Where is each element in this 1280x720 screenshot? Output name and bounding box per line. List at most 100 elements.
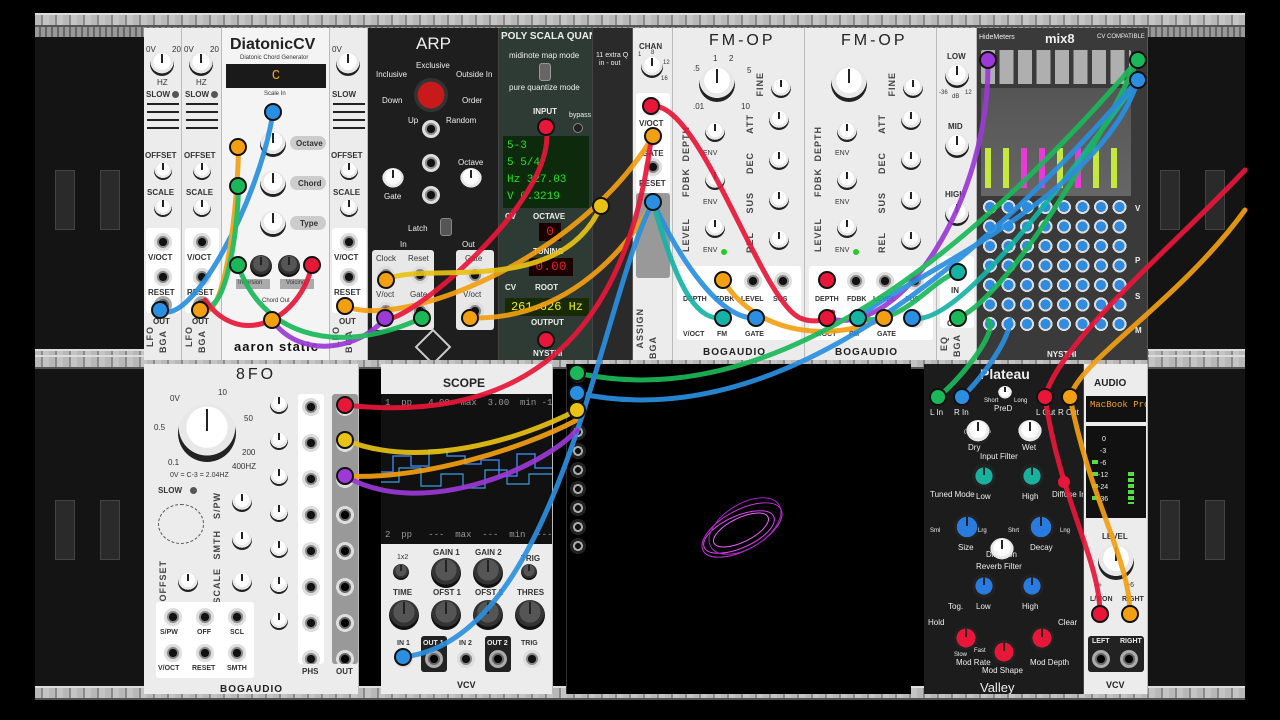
threshold-knob[interactable] — [515, 600, 545, 630]
phase-knob-7[interactable] — [270, 612, 288, 630]
lfo3-offset-knob[interactable] — [340, 162, 358, 180]
channels-knob[interactable] — [641, 56, 663, 78]
gate-out-jack[interactable] — [466, 266, 484, 284]
release-knob[interactable] — [769, 230, 789, 250]
bypass-button[interactable] — [573, 123, 583, 133]
inversion-knob[interactable] — [250, 255, 272, 277]
8fo-offset-knob[interactable] — [178, 572, 198, 592]
out-jack-column[interactable] — [332, 394, 358, 664]
size-knob[interactable] — [954, 514, 980, 540]
input-high-knob[interactable] — [1020, 464, 1044, 488]
8fo-smth-jack[interactable] — [228, 644, 246, 662]
octave-cv-jack[interactable] — [422, 154, 440, 172]
phase-knob-1[interactable] — [270, 396, 288, 414]
fmop2-sus-cv-jack[interactable] — [906, 272, 924, 290]
sustain-knob-2[interactable] — [901, 190, 921, 210]
voicing-knob[interactable] — [278, 255, 300, 277]
8fo-frequency-knob[interactable] — [178, 404, 236, 462]
audio-level-knob[interactable] — [1098, 544, 1134, 580]
level-knob-2[interactable] — [837, 218, 857, 238]
gain1-knob[interactable] — [431, 558, 461, 588]
assign-reset-jack[interactable] — [644, 158, 662, 176]
mode-cv-jack[interactable] — [422, 120, 440, 138]
mod-rate-knob[interactable] — [954, 626, 978, 650]
voct-out-jack[interactable] — [466, 302, 484, 320]
offset2-knob[interactable] — [473, 600, 503, 630]
type-knob[interactable] — [260, 211, 286, 237]
offset1-knob[interactable] — [431, 600, 461, 630]
phase-jack-column[interactable] — [298, 394, 324, 664]
ratio-knob[interactable] — [699, 66, 735, 102]
mode-switch[interactable] — [539, 63, 551, 81]
depth-knob-2[interactable] — [837, 122, 857, 142]
depth-knob[interactable] — [705, 122, 725, 142]
gain2-knob[interactable] — [473, 558, 503, 588]
lfo2-out-jack[interactable] — [193, 296, 211, 314]
attack-knob[interactable] — [769, 110, 789, 130]
decay-knob[interactable] — [1028, 514, 1054, 540]
scope-trig-jack[interactable] — [523, 650, 541, 668]
fmop1-sus-cv-jack[interactable] — [774, 272, 792, 290]
clock-jack[interactable] — [377, 266, 395, 284]
scope-in1-jack[interactable] — [395, 650, 413, 668]
audio-left-out-jack[interactable] — [1092, 650, 1110, 668]
lfo3-frequency-knob[interactable] — [336, 52, 360, 76]
latch-button[interactable] — [440, 218, 452, 236]
eq-low-knob[interactable] — [945, 64, 969, 88]
gate-cv-jack[interactable] — [422, 186, 440, 204]
mix8-input-jack-rows[interactable] — [981, 50, 1131, 84]
lfo-scale-knob[interactable] — [154, 199, 172, 217]
gate-in-jack[interactable] — [411, 302, 429, 320]
reset-jack[interactable] — [411, 266, 429, 284]
eq-high-knob[interactable] — [945, 202, 969, 226]
8fo-scale-knob[interactable] — [232, 572, 252, 592]
mix8-control-grid[interactable] — [981, 198, 1131, 336]
audio-right-out-jack[interactable] — [1120, 650, 1138, 668]
8fo-spw-jack[interactable] — [164, 608, 182, 626]
8fo-voct-jack[interactable] — [164, 644, 182, 662]
8fo-smooth-knob[interactable] — [232, 530, 252, 550]
8fo-spw-knob[interactable] — [232, 492, 252, 512]
fmop2-level-cv-jack[interactable] — [876, 272, 894, 290]
fmop2-fdbk-cv-jack[interactable] — [847, 272, 865, 290]
waveform-selector-icon[interactable] — [158, 504, 204, 544]
mode-knob[interactable] — [414, 78, 448, 112]
feedback-knob[interactable] — [705, 170, 725, 190]
phase-knob-2[interactable] — [270, 432, 288, 450]
scope-out2-jack[interactable] — [489, 650, 507, 668]
reverb-low-knob[interactable] — [972, 574, 996, 598]
x12-button[interactable] — [393, 564, 409, 580]
lfo-frequency-knob[interactable] — [150, 52, 174, 76]
wet-knob[interactable] — [1018, 420, 1042, 444]
lfo2-offset-knob[interactable] — [193, 162, 211, 180]
sustain-knob[interactable] — [769, 190, 789, 210]
fine-knob-2[interactable] — [903, 78, 923, 98]
mod-shape-knob[interactable] — [992, 640, 1016, 664]
audio-device-display[interactable]: MacBook Pro — [1086, 396, 1146, 422]
scope-out1-jack[interactable] — [425, 650, 443, 668]
lfo-out-jack[interactable] — [154, 296, 172, 314]
chord-knob[interactable] — [260, 171, 286, 197]
phase-knob-3[interactable] — [270, 468, 288, 486]
assign-voct-jack[interactable] — [644, 98, 662, 116]
octave-knob[interactable] — [460, 168, 482, 190]
reverb-high-knob[interactable] — [1020, 574, 1044, 598]
attack-knob-2[interactable] — [901, 110, 921, 130]
phase-knob-6[interactable] — [270, 576, 288, 594]
voct-in-jack[interactable] — [377, 302, 395, 320]
lfo2-voct-jack[interactable] — [193, 233, 211, 251]
lfo3-scale-knob[interactable] — [340, 199, 358, 217]
eq-mid-knob[interactable] — [945, 134, 969, 158]
level-knob[interactable] — [705, 218, 725, 238]
fmop1-level-cv-jack[interactable] — [744, 272, 762, 290]
8fo-reset-jack[interactable] — [196, 644, 214, 662]
lfo-reset-jack[interactable] — [154, 268, 172, 286]
lfo-offset-knob[interactable] — [154, 162, 172, 180]
trig-button[interactable] — [521, 564, 537, 580]
lfo2-scale-knob[interactable] — [193, 199, 211, 217]
feedback-knob-2[interactable] — [837, 170, 857, 190]
assign-gate-jack[interactable] — [644, 128, 662, 146]
lfo2-reset-jack[interactable] — [193, 268, 211, 286]
predelay-knob[interactable] — [998, 386, 1012, 400]
8fo-off-jack[interactable] — [196, 608, 214, 626]
